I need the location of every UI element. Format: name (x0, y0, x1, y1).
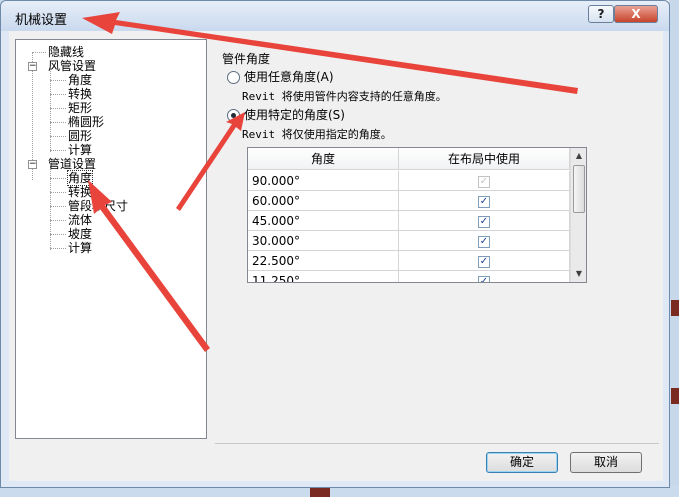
tree-item-duct-conversion[interactable]: 转换 (68, 87, 92, 101)
checkbox[interactable]: ✓ (478, 255, 490, 268)
close-button[interactable]: X (614, 5, 658, 23)
tree-item-pipe-conversion[interactable]: 转换 (68, 185, 92, 199)
tree-line (50, 136, 66, 137)
help-button[interactable]: ? (588, 5, 614, 23)
background-object (671, 388, 679, 404)
column-header-use-in-layout[interactable]: 在布局中使用 (399, 148, 570, 170)
table-row: 22.500° ✓ (248, 251, 570, 271)
tree-item-duct-round[interactable]: 圆形 (68, 129, 92, 143)
tree-item-duct-oval[interactable]: 椭圆形 (68, 115, 104, 129)
scroll-up-icon[interactable]: ▲ (571, 148, 586, 164)
tree-item-duct-angles[interactable]: 角度 (68, 73, 92, 87)
table-row: 45.000° ✓ (248, 211, 570, 231)
scroll-down-icon[interactable]: ▼ (571, 266, 586, 282)
table-row: 30.000° ✓ (248, 231, 570, 251)
angle-cell: 90.000° (248, 171, 399, 191)
option-specific-angle-label: 使用特定的角度(S) (244, 108, 345, 122)
background-desktop-right (669, 0, 679, 497)
angle-cell: 60.000° (248, 191, 399, 211)
tree-item-pipe-slope[interactable]: 坡度 (68, 227, 92, 241)
separator (215, 443, 659, 444)
use-cell: ✓ (399, 251, 570, 271)
tree-line (50, 234, 66, 235)
tree-line (50, 94, 66, 95)
tree-item-pipe-calculation[interactable]: 计算 (68, 241, 92, 255)
table-row: 60.000° ✓ (248, 191, 570, 211)
tree-item-hidden-lines[interactable]: 隐藏线 (48, 45, 84, 59)
use-cell: ✓ (399, 191, 570, 211)
tree-item-duct-settings[interactable]: 风管设置 (48, 59, 96, 73)
scroll-thumb[interactable] (573, 165, 585, 213)
tree-item-duct-calculation[interactable]: 计算 (68, 143, 92, 157)
option-any-angle[interactable]: 使用任意角度(A) (227, 70, 334, 84)
tree-item-pipe-settings[interactable]: 管道设置 (48, 157, 96, 171)
tree-line (50, 122, 66, 123)
tree-line (32, 52, 46, 53)
tree-line (50, 150, 66, 151)
ok-button[interactable]: 确定 (486, 452, 558, 473)
tree-item-pipe-angles[interactable]: 角度 (66, 170, 94, 186)
option-any-angle-description: Revit 将使用管件内容支持的任意角度。 (242, 90, 447, 103)
tree-item-pipe-segments-sizes[interactable]: 管段和尺寸 (68, 199, 128, 213)
angle-cell: 45.000° (248, 211, 399, 231)
cancel-button[interactable]: 取消 (570, 452, 642, 473)
use-cell: ✓ (399, 231, 570, 251)
table-row: 11.250° ✓ (248, 271, 570, 282)
radio-unchecked-icon[interactable] (227, 71, 240, 84)
checkbox-disabled: ✓ (478, 175, 490, 188)
tree-line (50, 192, 66, 193)
use-cell: ✓ (399, 211, 570, 231)
checkbox[interactable]: ✓ (478, 195, 490, 208)
grid-header: 角度 在布局中使用 (248, 148, 570, 170)
collapse-icon[interactable]: − (28, 160, 37, 169)
checkbox[interactable]: ✓ (478, 215, 490, 228)
tree-line (50, 178, 66, 179)
angle-cell: 22.500° (248, 251, 399, 271)
angle-cell: 30.000° (248, 231, 399, 251)
window-title: 机械设置 (15, 13, 68, 28)
mechanical-settings-dialog: 机械设置 ? X 隐藏线 − 风管设置 角度 转换 矩形 椭圆形 圆形 计算 − (0, 0, 670, 488)
tree-item-duct-rectangular[interactable]: 矩形 (68, 101, 92, 115)
use-cell: ✓ (399, 171, 570, 191)
settings-tree[interactable]: 隐藏线 − 风管设置 角度 转换 矩形 椭圆形 圆形 计算 − 管道设置 角度 … (15, 39, 207, 439)
background-object (310, 488, 330, 497)
background-object (671, 300, 679, 316)
column-header-angle[interactable]: 角度 (248, 148, 399, 170)
radio-checked-icon[interactable] (227, 109, 240, 122)
angles-grid: 角度 在布局中使用 90.000° ✓ 60.000° ✓ 45.000° ✓ … (247, 147, 587, 283)
table-row: 90.000° ✓ (248, 171, 570, 191)
section-title: 管件角度 (222, 52, 271, 66)
tree-item-pipe-fluids[interactable]: 流体 (68, 213, 92, 227)
checkbox[interactable]: ✓ (478, 235, 490, 248)
dialog-client-area: 隐藏线 − 风管设置 角度 转换 矩形 椭圆形 圆形 计算 − 管道设置 角度 … (9, 31, 663, 481)
collapse-icon[interactable]: − (28, 62, 37, 71)
checkbox[interactable]: ✓ (478, 275, 490, 282)
tree-line (50, 248, 66, 249)
option-specific-angle[interactable]: 使用特定的角度(S) (227, 108, 345, 122)
grid-scrollbar[interactable]: ▲ ▼ (570, 148, 586, 282)
tree-line (50, 206, 66, 207)
use-cell: ✓ (399, 271, 570, 282)
angle-cell: 11.250° (248, 271, 399, 282)
title-bar: 机械设置 ? X (1, 1, 669, 31)
tree-line (50, 108, 66, 109)
option-any-angle-label: 使用任意角度(A) (244, 70, 334, 84)
option-specific-angle-description: Revit 将仅使用指定的角度。 (242, 128, 392, 141)
tree-line (50, 80, 66, 81)
tree-line (50, 220, 66, 221)
